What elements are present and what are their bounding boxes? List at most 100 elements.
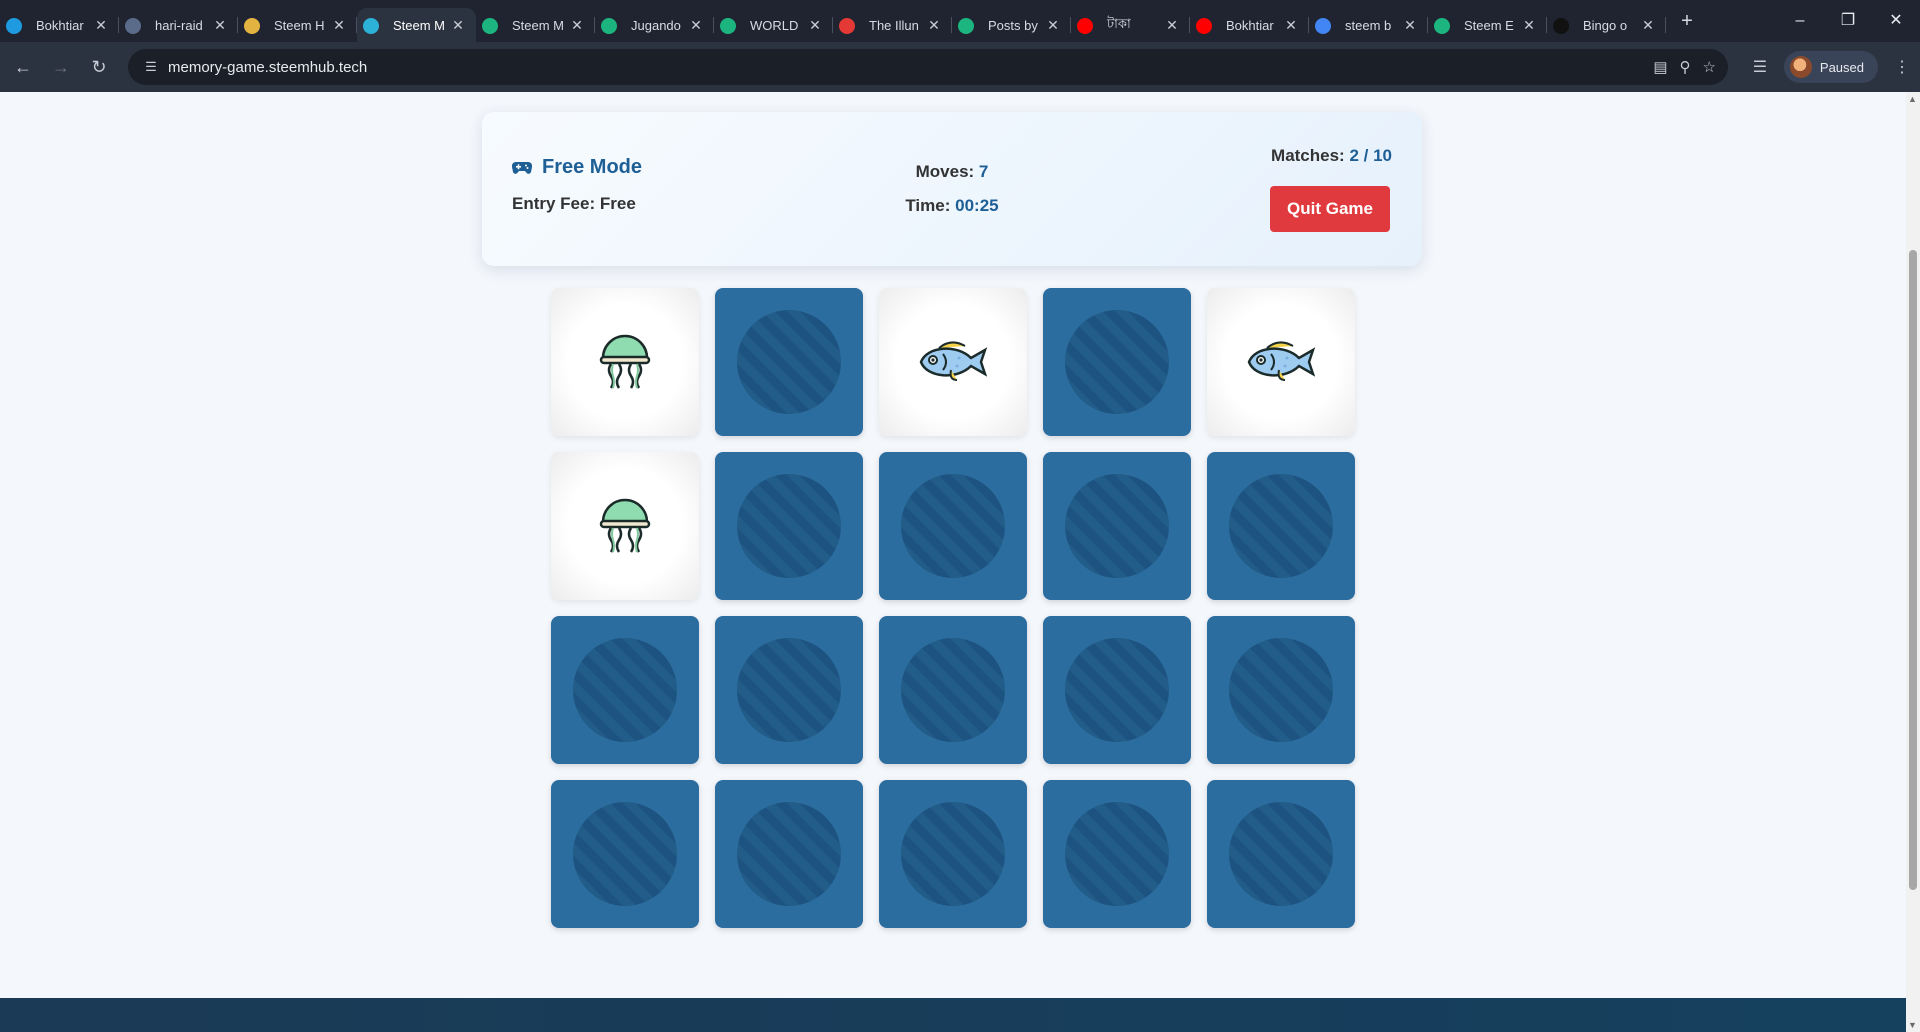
card-face-down[interactable] — [879, 616, 1027, 764]
quit-game-button[interactable]: Quit Game — [1270, 186, 1390, 232]
menu-kebab-icon[interactable]: ⋮ — [1884, 57, 1920, 77]
time-label: Time: — [905, 196, 951, 215]
tab-favicon-icon — [720, 18, 736, 34]
browser-toolbar: ← → ↻ ☰ memory-game.steemhub.tech ▤ ⚲ ☆ … — [0, 42, 1920, 92]
tab-strip: Bokhtiar ✕ hari-raid ✕ Steem H ✕ Steem M ✕ Steem… — [0, 0, 1920, 42]
forward-icon[interactable]: → — [42, 57, 80, 78]
tab-title: Steem E — [1464, 17, 1514, 33]
fish-icon — [919, 341, 988, 381]
reload-icon[interactable]: ↻ — [80, 57, 118, 78]
install-app-icon[interactable]: ▤ — [1653, 58, 1667, 76]
card-back-pattern — [1229, 802, 1333, 906]
scrollbar-thumb[interactable] — [1909, 250, 1917, 890]
browser-tab[interactable]: WORLD ✕ — [714, 8, 833, 42]
tab-favicon-icon — [1077, 18, 1093, 34]
browser-tab[interactable]: Steem M ✕ — [357, 8, 476, 42]
restore-icon[interactable]: ❐ — [1824, 0, 1872, 42]
window-controls: – ❐ ✕ — [1776, 0, 1920, 42]
memory-board — [551, 288, 1355, 928]
back-icon[interactable]: ← — [4, 57, 42, 78]
tab-close-icon[interactable]: ✕ — [1521, 17, 1537, 34]
tab-title: Steem M — [393, 17, 446, 33]
card-face-down[interactable] — [1043, 616, 1191, 764]
site-info-icon[interactable]: ☰ — [134, 59, 168, 75]
scroll-down-icon[interactable]: ▼ — [1908, 1020, 1917, 1030]
tab-close-icon[interactable]: ✕ — [93, 17, 109, 34]
jellyfish-icon — [599, 498, 651, 553]
tab-close-icon[interactable]: ✕ — [331, 17, 347, 34]
time-value: 00:25 — [955, 196, 999, 215]
card-back-pattern — [573, 638, 677, 742]
card-back-pattern — [1065, 638, 1169, 742]
browser-tab[interactable]: টাকা ✕ — [1071, 8, 1190, 42]
card-face-down[interactable] — [1043, 780, 1191, 928]
profile-button[interactable]: Paused — [1783, 51, 1878, 83]
browser-tab[interactable]: Bokhtiar ✕ — [1190, 8, 1309, 42]
card-face-up[interactable] — [1207, 288, 1355, 436]
tab-close-icon[interactable]: ✕ — [688, 17, 704, 34]
browser-tab[interactable]: hari-raid ✕ — [119, 8, 238, 42]
card-face-down[interactable] — [879, 780, 1027, 928]
card-face-down[interactable] — [715, 780, 863, 928]
tab-favicon-icon — [1315, 18, 1331, 34]
address-bar[interactable]: ☰ memory-game.steemhub.tech ▤ ⚲ ☆ — [128, 49, 1728, 85]
card-face-down[interactable] — [715, 452, 863, 600]
jellyfish-icon — [599, 334, 651, 389]
card-back-pattern — [1065, 474, 1169, 578]
tab-title: Steem H — [274, 17, 325, 33]
card-face-down[interactable] — [1043, 452, 1191, 600]
new-tab-button[interactable]: + — [1670, 10, 1704, 33]
tab-close-icon[interactable]: ✕ — [1640, 17, 1656, 34]
card-face-down[interactable] — [715, 616, 863, 764]
tab-title: WORLD — [750, 17, 799, 33]
browser-tab[interactable]: Jugando ✕ — [595, 8, 714, 42]
password-key-icon[interactable]: ⚲ — [1680, 58, 1691, 76]
bookmark-star-icon[interactable]: ☆ — [1703, 58, 1716, 76]
tab-close-icon[interactable]: ✕ — [450, 17, 466, 34]
tab-close-icon[interactable]: ✕ — [1164, 17, 1180, 34]
card-face-down[interactable] — [1043, 288, 1191, 436]
tab-title: Steem M — [512, 17, 565, 33]
card-face-down[interactable] — [551, 780, 699, 928]
card-back-pattern — [901, 474, 1005, 578]
browser-tab[interactable]: The Illun ✕ — [833, 8, 952, 42]
tab-close-icon[interactable]: ✕ — [926, 17, 942, 34]
card-face-down[interactable] — [1207, 616, 1355, 764]
browser-tab[interactable]: steem b ✕ — [1309, 8, 1428, 42]
card-back-pattern — [1065, 802, 1169, 906]
scroll-up-icon[interactable]: ▲ — [1908, 94, 1917, 104]
tab-close-icon[interactable]: ✕ — [569, 17, 585, 34]
browser-tab[interactable]: Posts by ✕ — [952, 8, 1071, 42]
tab-close-icon[interactable]: ✕ — [1402, 17, 1418, 34]
card-back-pattern — [1229, 638, 1333, 742]
card-back-pattern — [737, 474, 841, 578]
avatar — [1789, 56, 1812, 78]
minimize-icon[interactable]: – — [1776, 0, 1824, 42]
browser-tab[interactable]: Bokhtiar ✕ — [0, 8, 119, 42]
browser-tab[interactable]: Steem H ✕ — [238, 8, 357, 42]
tab-favicon-icon — [125, 18, 141, 34]
scrollbar[interactable]: ▲ ▼ — [1906, 92, 1920, 1032]
card-face-up[interactable] — [551, 452, 699, 600]
card-face-down[interactable] — [715, 288, 863, 436]
browser-tab[interactable]: Steem E ✕ — [1428, 8, 1547, 42]
browser-tab[interactable]: Bingo o ✕ — [1547, 8, 1666, 42]
tab-favicon-icon — [482, 18, 498, 34]
url-text: memory-game.steemhub.tech — [168, 58, 368, 76]
card-face-up[interactable] — [879, 288, 1027, 436]
card-face-down[interactable] — [1207, 452, 1355, 600]
page-viewport: Free Mode Entry Fee: Free Moves: 7 Time:… — [0, 92, 1906, 1032]
card-face-down[interactable] — [551, 616, 699, 764]
tab-favicon-icon — [839, 18, 855, 34]
browser-tab[interactable]: Steem M ✕ — [476, 8, 595, 42]
tab-close-icon[interactable]: ✕ — [1045, 17, 1061, 34]
close-window-icon[interactable]: ✕ — [1872, 0, 1920, 42]
tab-close-icon[interactable]: ✕ — [1283, 17, 1299, 34]
card-face-up[interactable] — [551, 288, 699, 436]
tab-close-icon[interactable]: ✕ — [212, 17, 228, 34]
media-control-icon[interactable]: ☰ — [1742, 57, 1778, 77]
fish-icon — [1247, 341, 1316, 381]
card-face-down[interactable] — [1207, 780, 1355, 928]
card-face-down[interactable] — [879, 452, 1027, 600]
tab-close-icon[interactable]: ✕ — [807, 17, 823, 34]
